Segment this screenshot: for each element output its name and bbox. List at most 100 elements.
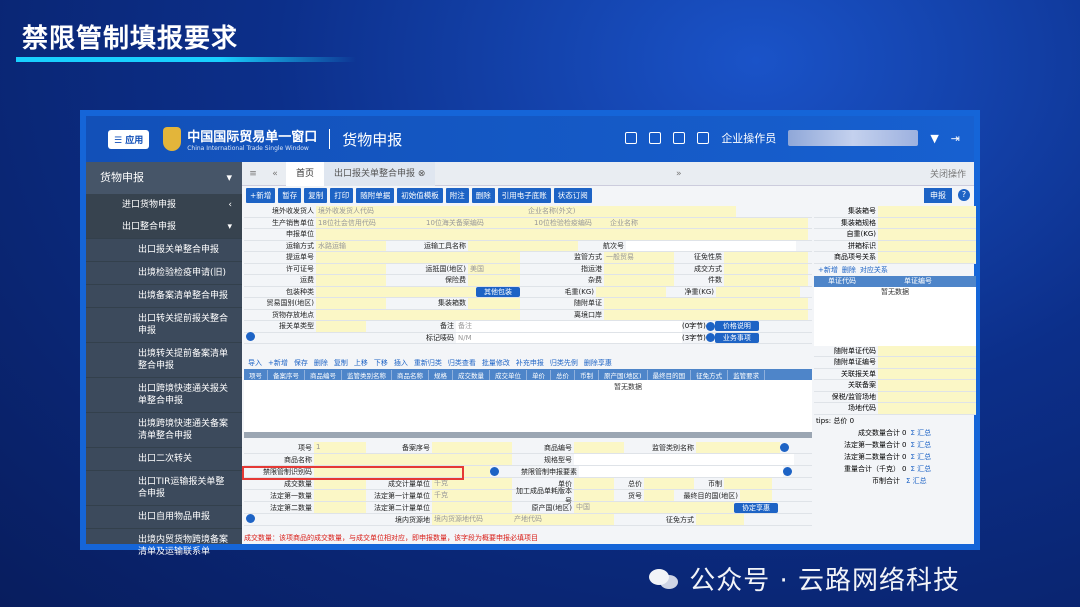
record-seq[interactable] — [432, 442, 512, 453]
sidebar-main[interactable]: 货物申报 ▾ — [86, 162, 242, 194]
exemption-mode[interactable] — [696, 514, 744, 525]
att-doc-code-field[interactable] — [878, 345, 976, 356]
move-down-button[interactable]: 下移 — [374, 358, 388, 368]
container-spec-field[interactable] — [878, 217, 976, 228]
origin-place-code[interactable]: 产地代码 — [512, 514, 614, 525]
attached-docs[interactable] — [604, 298, 808, 309]
more-icon[interactable] — [490, 467, 499, 476]
tab-home[interactable]: 首页 — [286, 161, 325, 186]
minus-icon[interactable] — [705, 333, 715, 343]
bill-of-lading[interactable] — [316, 252, 520, 263]
service-icon[interactable] — [673, 132, 686, 144]
double-left-icon[interactable]: « — [264, 169, 286, 179]
declarant-field[interactable] — [316, 229, 808, 240]
storage-place[interactable] — [316, 309, 520, 320]
business-items-button[interactable]: 业务事项 — [714, 332, 759, 343]
currency[interactable] — [724, 478, 772, 489]
expand-icon[interactable] — [246, 514, 255, 523]
more-icon[interactable] — [783, 467, 792, 476]
tare-weight-field[interactable] — [878, 229, 976, 240]
att-doc-no-field[interactable] — [878, 357, 976, 368]
supervision-category[interactable] — [696, 442, 780, 453]
double-right-icon[interactable]: » — [676, 169, 690, 179]
port-of-destination[interactable] — [604, 263, 674, 274]
misc-fee[interactable] — [604, 275, 674, 286]
print-button[interactable]: 打印 — [330, 187, 354, 203]
producer-ciq-code[interactable]: 10位检验检疫编码 — [532, 217, 608, 228]
doc-relation-button[interactable]: 对应关系 — [860, 265, 888, 275]
remark-input[interactable]: 备注 — [456, 321, 682, 332]
destination-country[interactable]: 美国 — [468, 263, 520, 274]
transaction-mode[interactable] — [724, 263, 808, 274]
sum-button[interactable]: Σ 汇总 — [910, 452, 931, 462]
expand-icon[interactable] — [246, 332, 255, 342]
goods-save-button[interactable]: 保存 — [294, 358, 308, 368]
import-button[interactable]: 导入 — [248, 358, 262, 368]
sidebar-item[interactable]: 出境备案清单整合申报 — [86, 284, 242, 307]
legal-qty-2[interactable] — [314, 502, 366, 513]
sidebar-item[interactable]: 出口自用物品申报 — [86, 505, 242, 528]
gross-weight[interactable] — [596, 286, 666, 297]
exit-port[interactable] — [604, 309, 808, 320]
mail-icon[interactable] — [649, 132, 662, 144]
goods-add-button[interactable]: +新增 — [268, 358, 288, 368]
doc-delete-button[interactable]: 删除 — [842, 265, 856, 275]
producer-customs-code[interactable]: 10位海关备案编码 — [424, 217, 532, 228]
overseas-consignee-code[interactable]: 境外收发货人代码 — [316, 206, 526, 217]
sidebar-item[interactable]: 出境转关提前备案清单整合申报 — [86, 342, 242, 377]
restricted-elements-field[interactable] — [579, 466, 783, 477]
copy-button[interactable]: 复制 — [304, 187, 328, 203]
status-subscribe-button[interactable]: 状态订阅 — [553, 187, 592, 203]
bonded-site-field[interactable] — [878, 391, 976, 402]
spec-model[interactable] — [574, 454, 794, 465]
item-no[interactable]: 1 — [314, 442, 366, 453]
sum-button[interactable]: Σ 汇总 — [910, 464, 931, 474]
package-count[interactable] — [724, 275, 808, 286]
overseas-consignee-name[interactable]: 企业名称(外文) — [526, 206, 736, 217]
logout-icon[interactable]: ⇥ — [951, 132, 960, 145]
goods-name[interactable] — [314, 454, 512, 465]
trade-country[interactable] — [316, 298, 386, 309]
origin-country[interactable]: 中国 — [574, 502, 734, 513]
doc-add-button[interactable]: +新增 — [818, 265, 838, 275]
freight[interactable] — [316, 275, 386, 286]
help-icon[interactable]: ? — [958, 189, 970, 201]
site-code-field[interactable] — [878, 403, 976, 414]
delete-preference-button[interactable]: 删除享惠 — [584, 358, 612, 368]
total-price[interactable] — [644, 478, 694, 489]
sum-button[interactable]: Σ 汇总 — [906, 476, 927, 486]
goods-copy-button[interactable]: 复制 — [334, 358, 348, 368]
goods-delete-button[interactable]: 删除 — [314, 358, 328, 368]
message-icon[interactable] — [625, 132, 638, 144]
container-no-field[interactable] — [878, 206, 976, 217]
sidebar-sub-import[interactable]: 进口货物申报 ‹ — [86, 194, 242, 216]
attachment-button[interactable]: 随附单据 — [356, 187, 395, 203]
batch-edit-button[interactable]: 批量修改 — [482, 358, 510, 368]
reference-ledger-button[interactable]: 引用电子底账 — [497, 187, 551, 203]
package-type[interactable] — [316, 286, 476, 297]
levy-nature[interactable] — [724, 252, 808, 263]
horizontal-scrollbar[interactable] — [244, 432, 812, 438]
move-up-button[interactable]: 上移 — [354, 358, 368, 368]
close-ops-button[interactable]: 关闭操作 — [930, 167, 974, 180]
sum-button[interactable]: Σ 汇总 — [910, 428, 931, 438]
sum-button[interactable]: Σ 汇总 — [910, 440, 931, 450]
legal-qty-1[interactable] — [314, 490, 366, 501]
minus-icon[interactable] — [705, 321, 715, 331]
sidebar-item[interactable]: 出境内贸货物跨境备案清单及运输联系单 — [86, 528, 242, 563]
consumption-version[interactable] — [574, 490, 614, 501]
container-count[interactable] — [468, 298, 520, 309]
declaration-type[interactable] — [316, 321, 366, 332]
template-button[interactable]: 初始值模板 — [397, 187, 443, 203]
save-draft-button[interactable]: 暂存 — [278, 187, 302, 203]
price-note-button[interactable]: 价格说明 — [714, 321, 759, 332]
goods-no[interactable] — [644, 490, 674, 501]
supervision-mode[interactable]: 一般贸易 — [604, 252, 674, 263]
chevron-down-icon[interactable]: ▼ — [930, 132, 938, 145]
marks-input[interactable]: N/M — [456, 332, 682, 343]
hamburger-icon[interactable]: ≡ — [242, 169, 264, 179]
lcl-flag-field[interactable] — [878, 240, 976, 251]
tab-export-declaration[interactable]: 出口报关单整合申报 ⊗ — [324, 161, 436, 186]
classify-precedent-button[interactable]: 归类先例 — [550, 358, 578, 368]
app-menu-button[interactable]: ☰ 应用 — [108, 129, 150, 149]
